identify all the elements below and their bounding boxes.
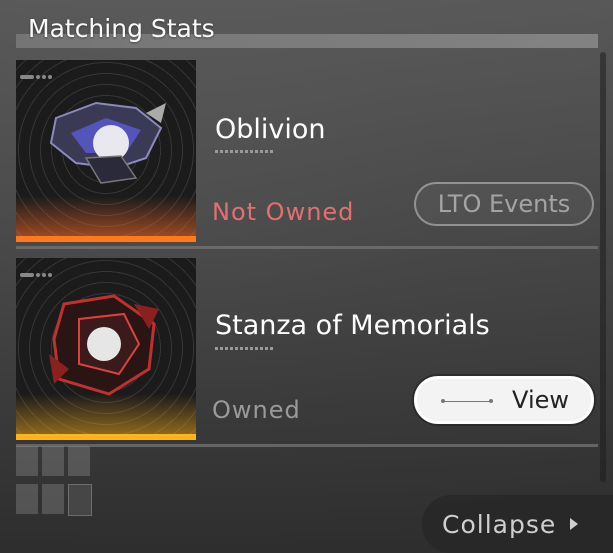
tile-icon <box>42 446 64 476</box>
item-name: Stanza of Memorials <box>215 310 490 341</box>
item-thumbnail[interactable] <box>16 258 196 440</box>
scrollbar[interactable] <box>600 52 606 482</box>
divider <box>16 444 598 447</box>
tile-icon <box>42 484 64 514</box>
collapse-label: Collapse <box>442 509 557 539</box>
view-button-label: View <box>512 386 569 414</box>
matching-stats-panel: Matching Stats Oblivion Not Owned LTO Ev… <box>0 0 613 553</box>
tile-icon <box>16 484 38 514</box>
line-icon <box>441 399 493 403</box>
item-subtext <box>215 347 275 350</box>
thumbnail-glow <box>16 196 196 236</box>
collapse-button[interactable]: Collapse <box>422 495 613 553</box>
thumbnail-glow <box>16 394 196 434</box>
item-name: Oblivion <box>215 114 326 145</box>
item-thumbnail[interactable] <box>16 60 196 242</box>
rarity-bar <box>16 236 196 242</box>
divider <box>16 246 598 249</box>
rarity-bar <box>16 434 196 440</box>
panel-title: Matching Stats <box>28 14 215 43</box>
view-button[interactable]: View <box>414 376 594 424</box>
ownership-status: Not Owned <box>212 198 355 226</box>
tile-icon <box>68 446 90 476</box>
item-subtext <box>215 150 275 153</box>
ownership-status: Owned <box>212 396 301 424</box>
lto-events-button[interactable]: LTO Events <box>414 182 594 226</box>
chevron-right-icon <box>570 518 579 530</box>
footer-decoration <box>16 446 96 546</box>
arrow-icon <box>68 484 92 516</box>
list-item: Stanza of Memorials Owned View <box>0 256 600 446</box>
list-item: Oblivion Not Owned LTO Events <box>0 58 600 248</box>
tile-icon <box>16 446 38 476</box>
